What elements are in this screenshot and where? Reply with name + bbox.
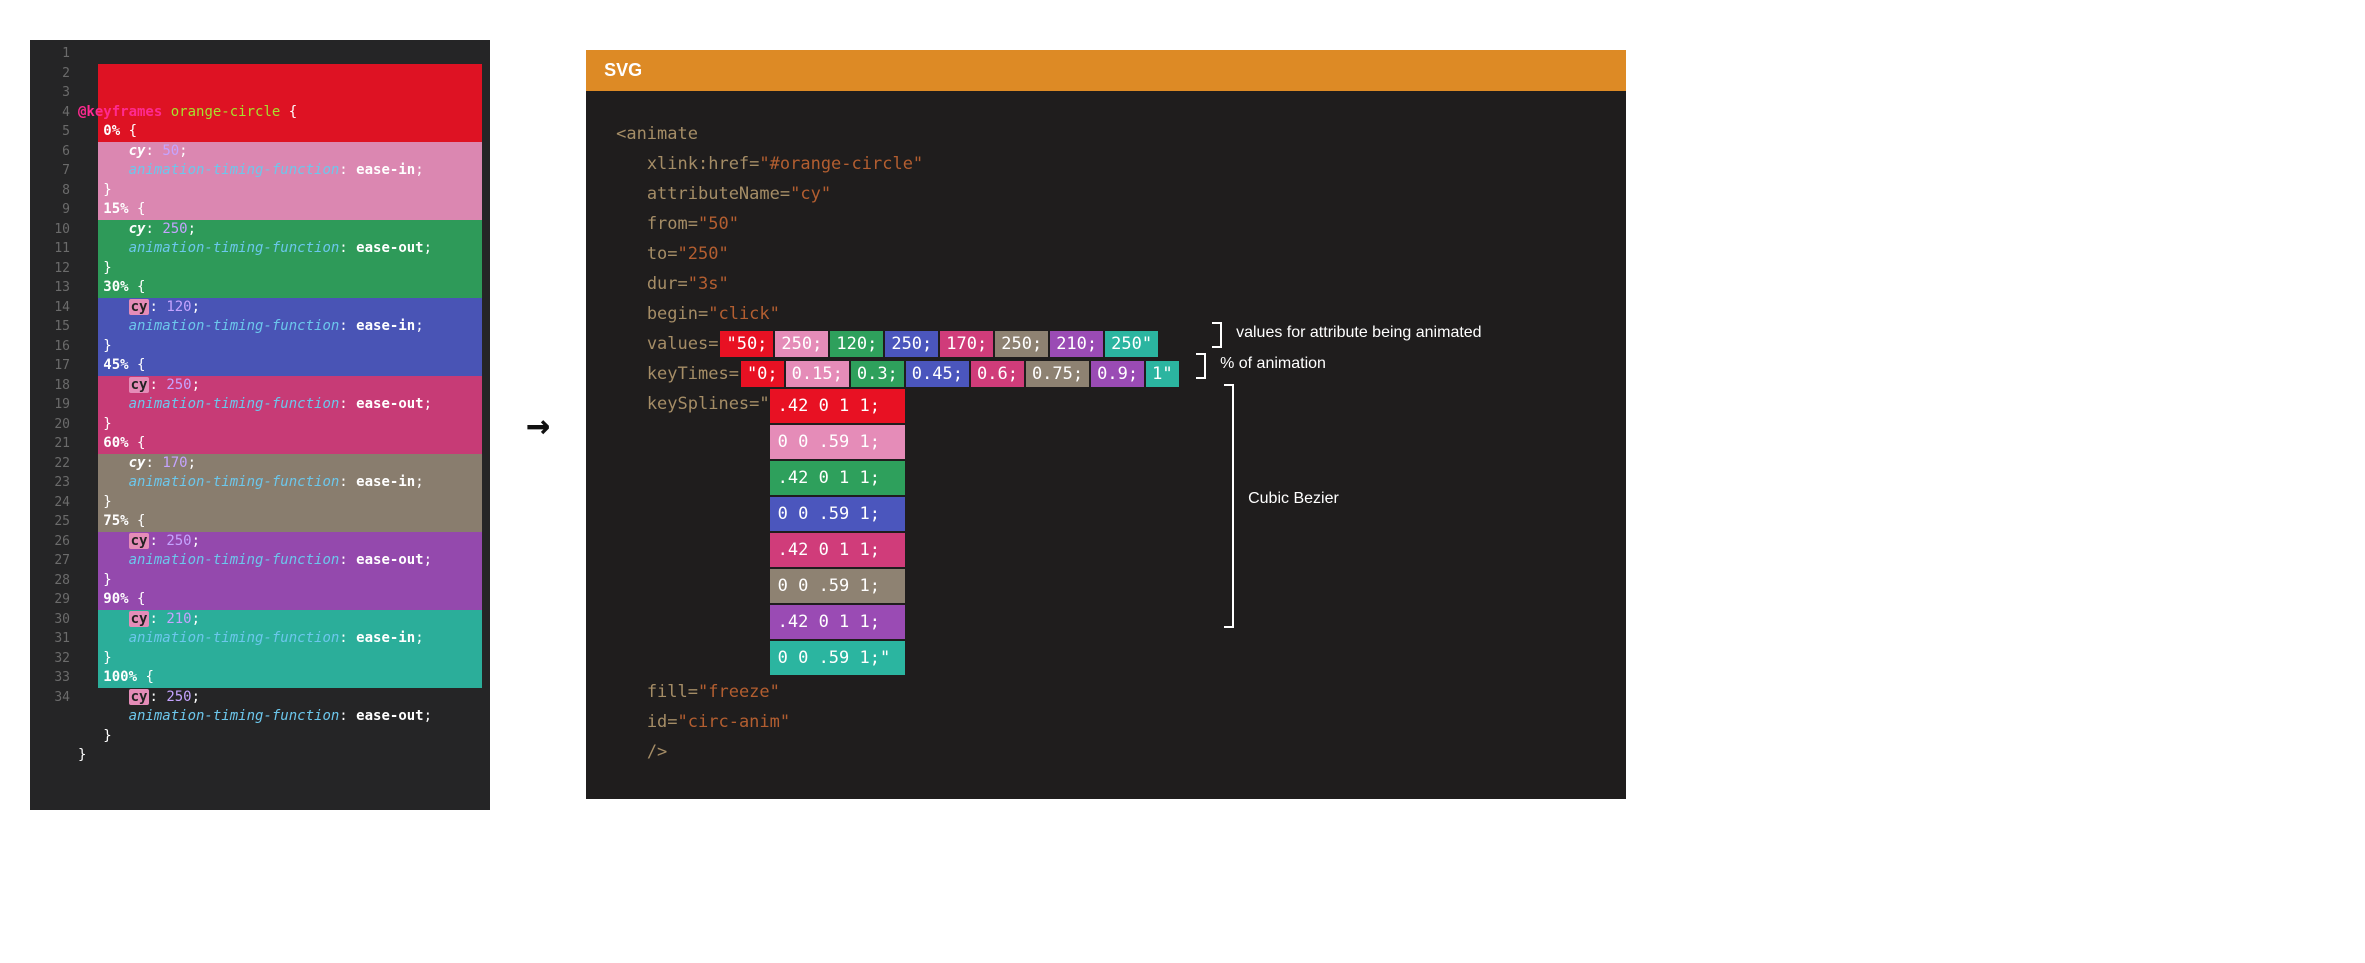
svg-panel-heading: SVG (586, 50, 1626, 91)
svg-code-area: <animate xlink:href="#orange-circle" att… (586, 91, 1626, 799)
css-code-area: @keyframes orange-circle { 0% { cy: 50; … (76, 40, 490, 809)
arrow-icon: → (526, 405, 550, 445)
css-code-lines: @keyframes orange-circle { 0% { cy: 50; … (78, 103, 488, 766)
css-keyframes-editor: 1234567891011121314151617181920212223242… (30, 40, 490, 810)
svg-panel: SVG <animate xlink:href="#orange-circle"… (586, 50, 1626, 799)
line-number-gutter: 1234567891011121314151617181920212223242… (30, 40, 76, 809)
